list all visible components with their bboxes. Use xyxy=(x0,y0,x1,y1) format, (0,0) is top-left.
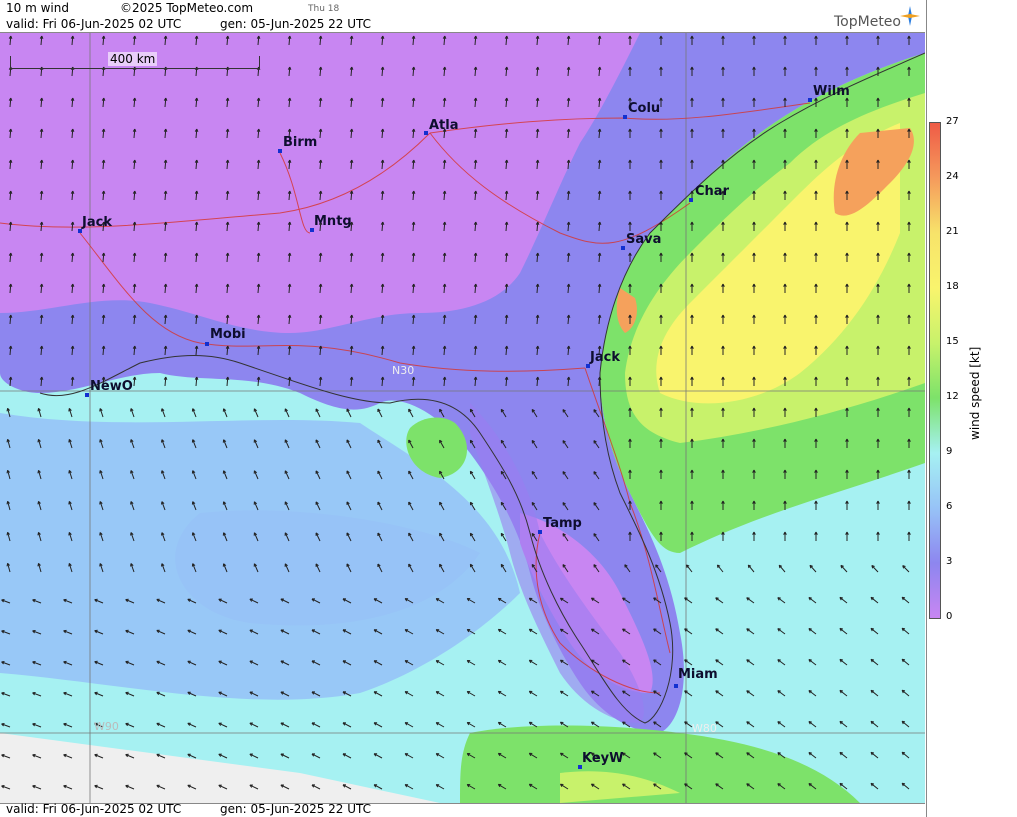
wind-field-svg xyxy=(0,33,925,803)
legend-tick-label: 21 xyxy=(946,226,959,237)
legend-tick-label: 27 xyxy=(946,116,959,127)
city-label: Jack xyxy=(82,215,112,230)
variable-title: 10 m wind xyxy=(6,1,69,15)
generated-time: gen: 05-Jun-2025 22 UTC xyxy=(220,17,372,31)
legend-tick-label: 0 xyxy=(946,611,953,622)
legend-tick-label: 3 xyxy=(946,556,953,567)
city-label: KeyW xyxy=(582,751,624,766)
city-label: Mntg xyxy=(314,214,352,229)
city-label: Wilm xyxy=(813,84,850,99)
copyright: ©2025 TopMeteo.com xyxy=(120,1,254,15)
city-label: Colu xyxy=(628,101,661,116)
city-label: Mobi xyxy=(210,327,246,342)
city-marker xyxy=(538,530,542,534)
city-label: Birm xyxy=(283,135,318,150)
legend-tick-label: 6 xyxy=(946,501,953,512)
city-label: Atla xyxy=(429,118,459,133)
city-label: Jack xyxy=(590,350,620,365)
city-label: Tamp xyxy=(543,516,582,531)
legend-color-bar xyxy=(929,122,941,619)
city-marker xyxy=(689,198,693,202)
city-marker xyxy=(674,684,678,688)
city-marker xyxy=(623,115,627,119)
compass-logo-icon xyxy=(900,6,920,26)
legend-tick-label: 9 xyxy=(946,446,953,457)
city-marker xyxy=(278,149,282,153)
wind-map[interactable] xyxy=(0,32,925,804)
city-marker xyxy=(424,131,428,135)
day-note: Thu 18 xyxy=(308,4,340,14)
lon-label-w80: W80 xyxy=(692,722,717,735)
city-label: Char xyxy=(695,184,729,199)
city-marker xyxy=(85,393,89,397)
footer-gen: gen: 05-Jun-2025 22 UTC xyxy=(220,802,372,816)
city-marker xyxy=(808,98,812,102)
legend-tick-label: 15 xyxy=(946,336,959,347)
topmeteo-logo: TopMeteo xyxy=(834,6,920,30)
footer-valid: valid: Fri 06-Jun-2025 02 UTC xyxy=(6,802,182,816)
city-label: Sava xyxy=(626,232,662,247)
city-marker xyxy=(621,246,625,250)
city-label: Miam xyxy=(678,667,718,682)
logo-text: TopMeteo xyxy=(834,14,901,30)
legend-tick-label: 18 xyxy=(946,281,959,292)
lon-label-w90: W90 xyxy=(94,720,119,733)
valid-time: valid: Fri 06-Jun-2025 02 UTC xyxy=(6,17,182,31)
legend-tick-label: 12 xyxy=(946,391,959,402)
legend-tick-label: 24 xyxy=(946,171,959,182)
lat-label-n30: N30 xyxy=(392,364,415,377)
city-label: NewO xyxy=(90,379,133,394)
city-marker xyxy=(205,342,209,346)
legend-title: wind speed [kt] xyxy=(968,346,982,440)
scale-label: 400 km xyxy=(108,52,158,66)
